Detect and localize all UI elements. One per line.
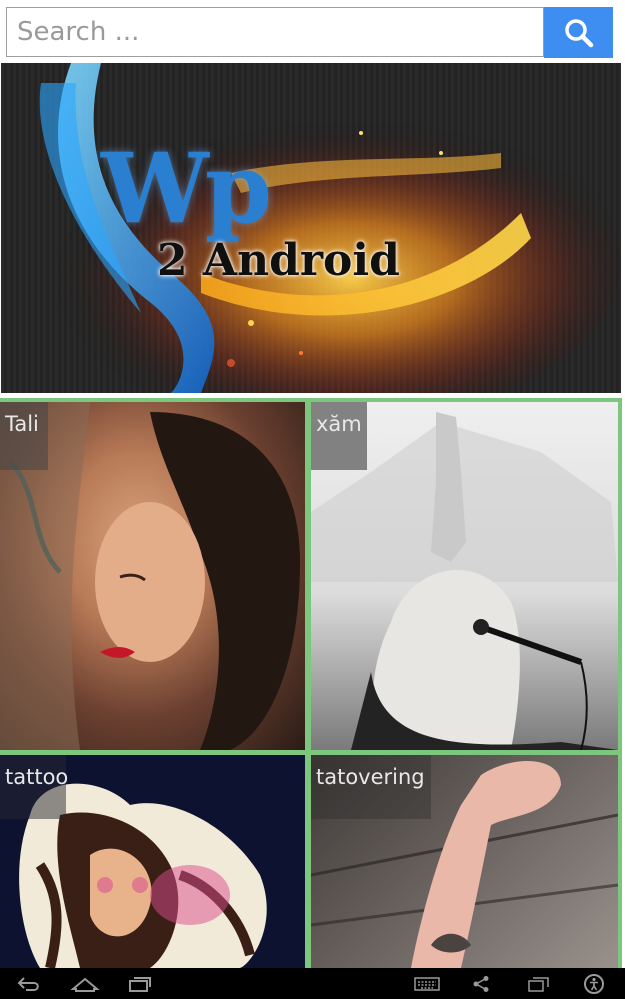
- category-grid: Tali xăm tattoo tatovering: [0, 398, 622, 968]
- share-button[interactable]: [468, 971, 494, 996]
- system-nav-bar: [0, 968, 625, 999]
- search-button[interactable]: [544, 7, 613, 58]
- banner-logo-wp: Wp: [101, 132, 272, 245]
- keyboard-button[interactable]: [410, 971, 444, 996]
- banner-artwork: [21, 63, 621, 393]
- search-input[interactable]: [6, 7, 544, 57]
- accessibility-icon: [584, 973, 604, 994]
- tile-label: xăm: [316, 412, 362, 436]
- tile-label: Tali: [5, 412, 39, 436]
- banner-logo-android: 2 Android: [157, 235, 400, 286]
- tile-label: tattoo: [5, 765, 69, 789]
- back-icon: [17, 976, 39, 991]
- accessibility-button[interactable]: [580, 971, 608, 996]
- share-icon: [473, 975, 489, 992]
- search-bar: [0, 0, 625, 62]
- recent-apps-button[interactable]: [124, 971, 156, 996]
- home-button[interactable]: [68, 971, 102, 996]
- keyboard-icon: [414, 976, 440, 991]
- back-button[interactable]: [14, 971, 44, 996]
- tile-label: tatovering: [316, 765, 425, 789]
- category-tile-xam[interactable]: xăm: [311, 402, 618, 750]
- recent-apps-icon: [129, 976, 151, 992]
- hero-banner[interactable]: Wp 2 Android: [1, 63, 621, 393]
- app-screen: Wp 2 Android Tali: [0, 0, 625, 999]
- screen-button[interactable]: [524, 971, 554, 996]
- category-tile-tattoo[interactable]: tattoo: [0, 755, 305, 968]
- home-icon: [70, 977, 100, 992]
- screen-icon: [528, 976, 549, 992]
- category-tile-tatovering[interactable]: tatovering: [311, 755, 618, 968]
- category-tile-tali[interactable]: Tali: [0, 402, 305, 750]
- search-icon: [564, 18, 593, 47]
